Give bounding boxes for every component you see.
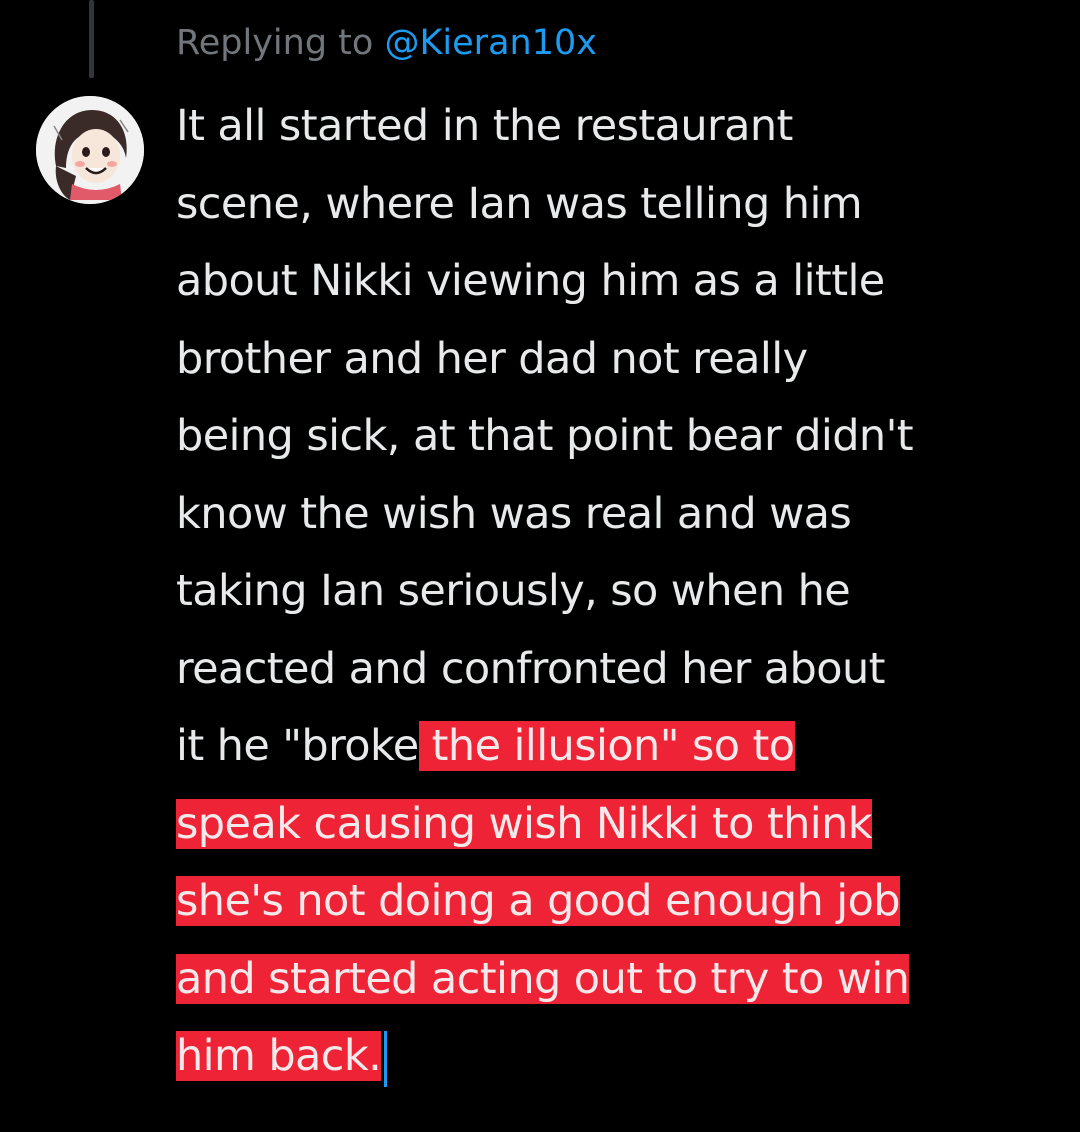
- tweet-text-segment: it he "broke: [176, 721, 419, 771]
- tweet-text-segment: taking Ian seriously, so when he: [176, 566, 851, 616]
- replying-to-handle-link[interactable]: @Kieran10x: [384, 23, 596, 63]
- tweet-text-line: speak causing wish Nikki to think: [176, 786, 1056, 864]
- selected-text-segment[interactable]: she's not doing a good enough job: [176, 876, 901, 926]
- user-avatar[interactable]: [36, 96, 144, 204]
- tweet-text-segment: about Nikki viewing him as a little: [176, 256, 885, 306]
- thread-connector-line: [89, 0, 94, 78]
- tweet-text-segment: know the wish was real and was: [176, 488, 852, 539]
- tweet-text-line: about Nikki viewing him as a little: [176, 243, 1056, 321]
- selected-text-segment[interactable]: him back.: [176, 1031, 382, 1081]
- tweet-text-line: she's not doing a good enough job: [176, 863, 1056, 941]
- tweet-text-segment: brother and her dad not really: [176, 333, 808, 384]
- tweet-text-line: brother and her dad not really: [176, 321, 1056, 399]
- replying-to-label: Replying to @Kieran10x: [176, 18, 597, 68]
- tweet-text-segment: It all started in the restaurant: [176, 101, 793, 151]
- tweet-text-line: and started acting out to try to win: [176, 941, 1056, 1019]
- tweet-text-line: it he "broke the illusion" so to: [176, 708, 1056, 786]
- avatar-cartoon-icon: [36, 96, 144, 204]
- tweet-text-segment: reacted and confronted her about: [176, 643, 885, 694]
- selected-text-segment[interactable]: speak causing wish Nikki to think: [176, 798, 873, 849]
- selected-text-segment[interactable]: the illusion" so to: [418, 721, 795, 771]
- replying-prefix: Replying to: [176, 23, 374, 63]
- tweet-text-segment: scene, where Ian was telling him: [176, 178, 863, 229]
- tweet-text-line: him back.: [176, 1018, 1056, 1096]
- tweet-text-line: scene, where Ian was telling him: [176, 166, 1056, 244]
- tweet-text-line: It all started in the restaurant: [176, 88, 1056, 166]
- selected-text-segment[interactable]: and started acting out to try to win: [176, 953, 910, 1004]
- selection-handle[interactable]: [384, 1030, 388, 1087]
- tweet-text-segment: being sick, at that point bear didn't: [176, 411, 914, 461]
- tweet-text-line: being sick, at that point bear didn't: [176, 398, 1056, 476]
- tweet-text-line: reacted and confronted her about: [176, 631, 1056, 709]
- tweet-text[interactable]: It all started in the restaurant scene, w…: [176, 88, 1056, 1096]
- tweet-text-line: know the wish was real and was: [176, 476, 1056, 554]
- tweet-text-line: taking Ian seriously, so when he: [176, 553, 1056, 631]
